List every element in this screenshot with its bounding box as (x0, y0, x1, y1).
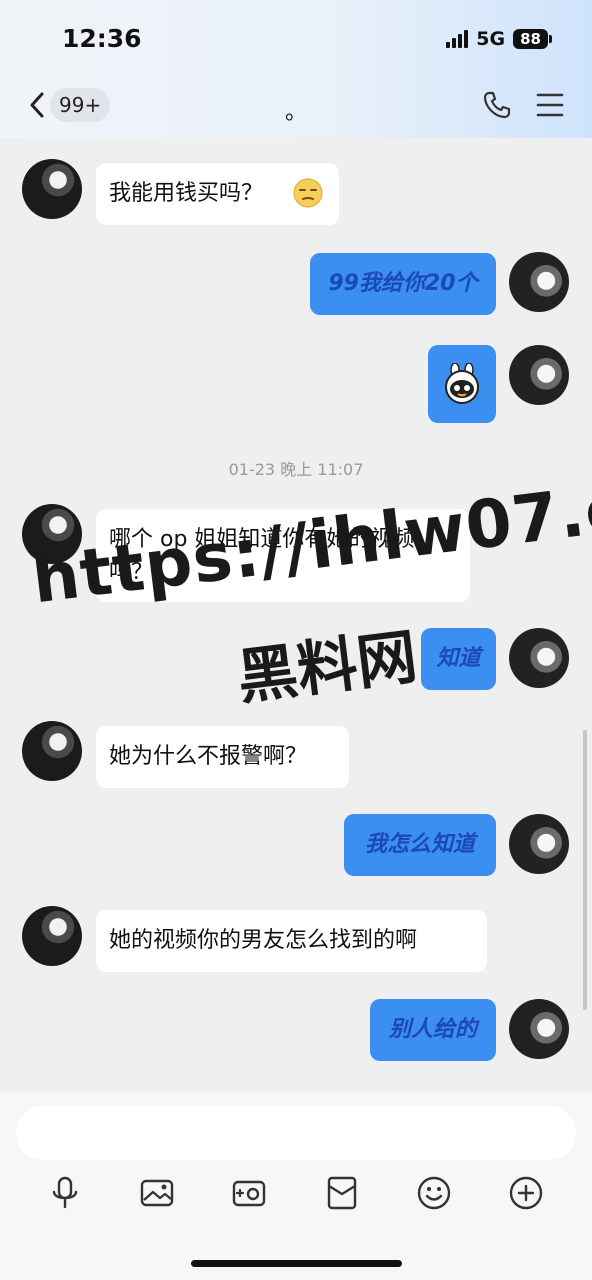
contact-avatar[interactable] (22, 159, 82, 219)
scrollbar[interactable] (583, 730, 587, 1010)
outgoing-message-bubble[interactable]: 99我给你20个 (310, 253, 496, 315)
message-timestamp: 01-23 晚上 11:07 (228, 460, 364, 479)
status-indicators: 5G 88 (446, 28, 552, 50)
message-input[interactable] (16, 1106, 576, 1160)
network-type: 5G (476, 28, 506, 50)
microphone-icon[interactable] (48, 1176, 82, 1210)
input-area (0, 1093, 592, 1280)
message-text: 她的视频你的男友怎么找到的啊 (109, 928, 418, 953)
outgoing-message-bubble[interactable]: 我怎么知道 (344, 814, 496, 876)
user-avatar[interactable] (509, 999, 569, 1059)
user-avatar[interactable] (509, 345, 569, 405)
sticker-message[interactable] (428, 345, 496, 423)
outgoing-message-bubble[interactable]: 别人给的 (370, 999, 496, 1061)
menu-icon[interactable] (536, 92, 564, 118)
message-text: 她为什么不报警啊？ (109, 744, 308, 769)
user-avatar[interactable] (509, 628, 569, 688)
message-list[interactable]: 我能用钱买吗？ 99我给你20个 01-23 晚上 11:07 哪个 op 姐姐… (0, 138, 592, 1093)
message-text: 知道 (436, 646, 481, 671)
signal-icon (446, 30, 469, 48)
phone-icon[interactable] (482, 90, 512, 120)
contact-avatar[interactable] (22, 906, 82, 966)
message-text: 99我给你20个 (328, 271, 478, 296)
status-time: 12:36 (62, 24, 142, 53)
red-packet-icon[interactable] (325, 1176, 359, 1210)
user-avatar[interactable] (509, 814, 569, 874)
camera-icon[interactable] (232, 1176, 266, 1210)
incoming-message-bubble[interactable]: 她为什么不报警啊？ (96, 726, 349, 788)
penguin-sticker-icon (445, 363, 479, 404)
message-text: 别人给的 (388, 1017, 477, 1042)
image-icon[interactable] (140, 1176, 174, 1210)
annoyed-face-emoji-icon (293, 178, 323, 208)
plus-icon[interactable] (509, 1176, 543, 1210)
incoming-message-bubble[interactable]: 她的视频你的男友怎么找到的啊 (96, 910, 487, 972)
battery-level: 88 (513, 29, 548, 49)
home-indicator[interactable] (191, 1260, 402, 1267)
contact-avatar[interactable] (22, 721, 82, 781)
message-text: 我能用钱买吗？ (109, 181, 264, 206)
message-text: 我怎么知道 (364, 832, 475, 857)
outgoing-message-bubble[interactable]: 知道 (421, 628, 496, 690)
top-bar: 12:36 5G 88 99+ 。 (0, 0, 592, 138)
emoji-icon[interactable] (417, 1176, 451, 1210)
battery-icon: 88 (513, 29, 552, 49)
user-avatar[interactable] (509, 252, 569, 312)
